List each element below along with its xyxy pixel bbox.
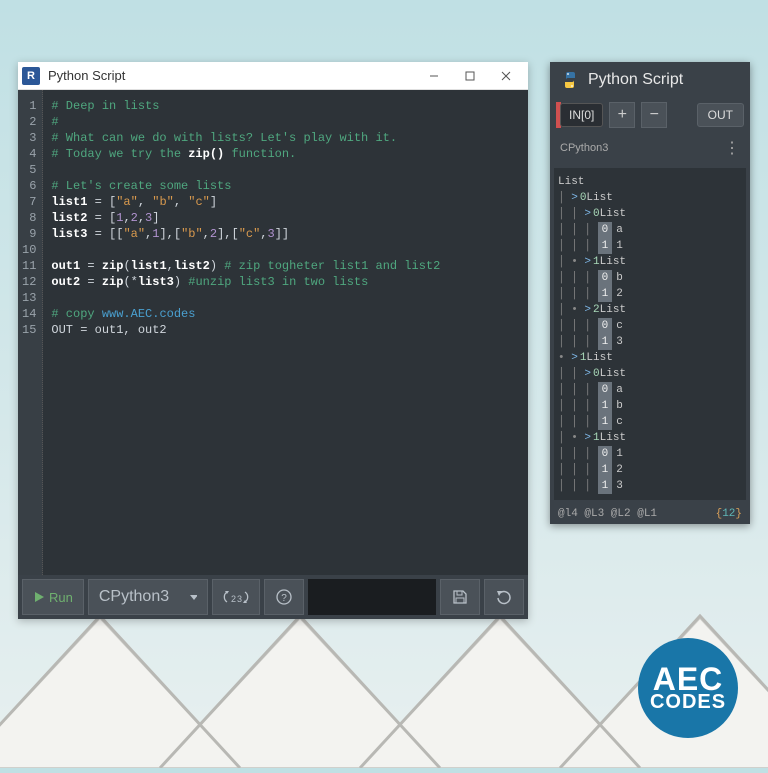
code-line[interactable]: list1 = ["a", "b", "c"] [51, 194, 520, 210]
tree-row[interactable]: │ │ │ 0a [558, 222, 742, 238]
line-number: 14 [22, 306, 36, 322]
node-subheader: CPython3 ⋮ [550, 132, 750, 164]
save-icon [451, 588, 469, 606]
line-number: 5 [22, 162, 36, 178]
code-line[interactable]: # Deep in lists [51, 98, 520, 114]
dynamo-node-panel: Python Script IN[0] + − OUT CPython3 ⋮ L… [550, 62, 750, 524]
tree-row[interactable]: │ > 0 List [558, 190, 742, 206]
revit-icon: R [22, 67, 40, 85]
line-number: 12 [22, 274, 36, 290]
output-tree[interactable]: List│ > 0 List│ │ > 0 List│ │ │ 0a│ │ │ … [554, 168, 746, 500]
line-number: 15 [22, 322, 36, 338]
node-status-bar: @l4 @L3 @L2 @L1 {12} [550, 504, 750, 524]
close-button[interactable] [488, 64, 524, 88]
node-header[interactable]: Python Script [550, 62, 750, 98]
save-button[interactable] [440, 579, 480, 615]
line-number: 9 [22, 226, 36, 242]
code-line[interactable]: # Let's create some lists [51, 178, 520, 194]
convert-icon: 2 3 [223, 589, 249, 605]
code-line[interactable]: # [51, 114, 520, 130]
code-line[interactable]: # What can we do with lists? Let's play … [51, 130, 520, 146]
input-port-label: IN[0] [560, 103, 603, 127]
chevron-down-icon [189, 592, 197, 602]
node-title: Python Script [588, 71, 683, 89]
revert-button[interactable] [484, 579, 524, 615]
tree-row[interactable]: │ │ │ 13 [558, 478, 742, 494]
code-line[interactable]: list3 = [["a",1],["b",2],["c",3]] [51, 226, 520, 242]
tree-row[interactable]: │ • > 1 List [558, 430, 742, 446]
editor-toolbar: Run CPython3 2 3 ? [18, 575, 528, 619]
tree-row[interactable]: │ │ │ 0b [558, 270, 742, 286]
logo-line2: CODES [650, 693, 726, 711]
tree-row[interactable]: • > 1 List [558, 350, 742, 366]
code-content[interactable]: # Deep in lists## What can we do with li… [43, 90, 528, 575]
node-engine-label: CPython3 [560, 142, 608, 154]
run-label: Run [49, 590, 73, 605]
tree-row[interactable]: │ │ > 0 List [558, 206, 742, 222]
status-levels: @l4 @L3 @L2 @L1 [558, 508, 657, 520]
line-number: 6 [22, 178, 36, 194]
line-number: 13 [22, 290, 36, 306]
tree-row[interactable]: │ │ │ 01 [558, 446, 742, 462]
code-line[interactable]: OUT = out1, out2 [51, 322, 520, 338]
code-line[interactable] [51, 242, 520, 258]
code-line[interactable] [51, 290, 520, 306]
line-number: 2 [22, 114, 36, 130]
help-button[interactable]: ? [264, 579, 304, 615]
line-number: 8 [22, 210, 36, 226]
line-number: 4 [22, 146, 36, 162]
remove-input-button[interactable]: − [641, 102, 667, 128]
tree-row[interactable]: │ │ │ 12 [558, 286, 742, 302]
code-line[interactable]: list2 = [1,2,3] [51, 210, 520, 226]
python-icon [560, 70, 580, 90]
toolbar-spacer [308, 579, 436, 615]
status-count: {12} [716, 508, 742, 520]
tree-row[interactable]: │ │ │ 13 [558, 334, 742, 350]
minimize-button[interactable] [416, 64, 452, 88]
engine-label: CPython3 [99, 588, 169, 606]
tree-row[interactable]: │ • > 1 List [558, 254, 742, 270]
window-title: Python Script [48, 68, 416, 83]
code-line[interactable]: # copy www.AEC.codes [51, 306, 520, 322]
tree-row[interactable]: │ │ │ 0c [558, 318, 742, 334]
maximize-button[interactable] [452, 64, 488, 88]
line-number: 10 [22, 242, 36, 258]
logo-line1: AEC [653, 665, 724, 694]
output-port[interactable]: OUT [697, 103, 744, 127]
svg-text:3: 3 [237, 594, 242, 604]
convert-button[interactable]: 2 3 [212, 579, 260, 615]
svg-text:2: 2 [231, 594, 236, 604]
tree-row[interactable]: │ │ │ 1c [558, 414, 742, 430]
tree-row[interactable]: │ │ │ 1b [558, 398, 742, 414]
tree-row[interactable]: │ │ │ 0a [558, 382, 742, 398]
tree-row[interactable]: │ │ > 0 List [558, 366, 742, 382]
run-button[interactable]: Run [22, 579, 84, 615]
code-editor[interactable]: 123456789101112131415 # Deep in lists## … [18, 90, 528, 575]
aec-logo: AEC CODES [638, 638, 738, 738]
node-menu-button[interactable]: ⋮ [724, 138, 740, 158]
line-number: 3 [22, 130, 36, 146]
line-gutter: 123456789101112131415 [18, 90, 43, 575]
line-number: 1 [22, 98, 36, 114]
code-line[interactable]: out1 = zip(list1,list2) # zip togheter l… [51, 258, 520, 274]
engine-select[interactable]: CPython3 [88, 579, 208, 615]
code-line[interactable]: # Today we try the zip() function. [51, 146, 520, 162]
undo-icon [495, 588, 513, 606]
tree-row[interactable]: │ │ │ 11 [558, 238, 742, 254]
line-number: 7 [22, 194, 36, 210]
code-line[interactable] [51, 162, 520, 178]
python-editor-window: R Python Script 123456789101112131415 # … [18, 62, 528, 619]
svg-text:?: ? [281, 593, 287, 604]
line-number: 11 [22, 258, 36, 274]
node-ports: IN[0] + − OUT [550, 98, 750, 132]
help-icon: ? [275, 588, 293, 606]
input-port[interactable]: IN[0] [556, 102, 603, 128]
tree-row[interactable]: │ │ │ 12 [558, 462, 742, 478]
tree-row[interactable]: List [558, 174, 742, 190]
code-line[interactable]: out2 = zip(*list3) #unzip list3 in two l… [51, 274, 520, 290]
add-input-button[interactable]: + [609, 102, 635, 128]
titlebar[interactable]: R Python Script [18, 62, 528, 90]
tree-row[interactable]: │ • > 2 List [558, 302, 742, 318]
